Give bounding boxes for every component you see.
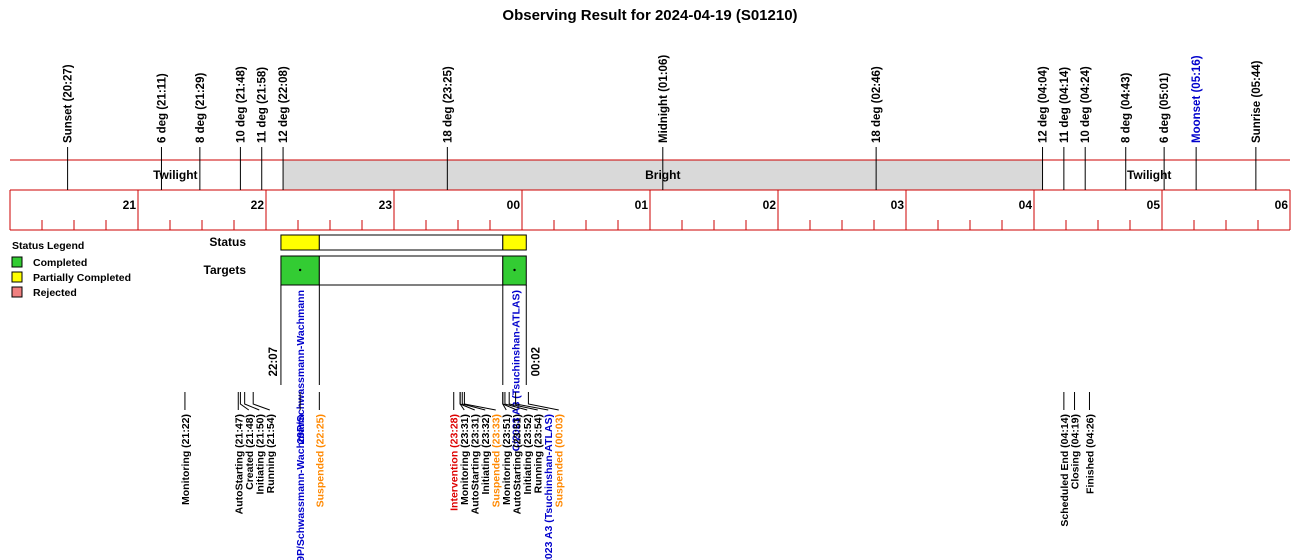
- hour-label-03: 03: [891, 198, 905, 212]
- log-label-4: Running (21:54): [265, 414, 277, 493]
- legend-swatch-partial: [11, 271, 23, 283]
- hour-label-06: 06: [1275, 198, 1289, 212]
- range-label-1: 00:02: [530, 347, 542, 376]
- legend-title: Status Legend: [12, 240, 84, 252]
- row-label-status: Status: [209, 235, 246, 249]
- sky-events: Sunset (20:27) 6 deg (21:11) 8 deg (21:29)…: [63, 55, 1263, 190]
- hour-label-05: 05: [1147, 198, 1161, 212]
- event-label-1: 6 deg (21:11): [156, 73, 168, 143]
- time-axis: 21 22 23 00 01 02 03 04 05 06: [9, 190, 1291, 231]
- log-label-17: Suspended (00:03): [554, 414, 566, 507]
- status-segment-1: [318, 234, 504, 251]
- log-label-6: Suspended (22:25): [314, 414, 326, 507]
- event-label-12: 8 deg (04:43): [1121, 73, 1133, 143]
- log-label-0: Monitoring (21:22): [180, 414, 192, 505]
- log-label-20: Finished (04:26): [1084, 414, 1096, 494]
- event-label-0: Sunset (20:27): [63, 64, 75, 143]
- target-marker-0: [298, 268, 302, 272]
- band-label-2: Twilight: [1127, 168, 1171, 182]
- hour-label-01: 01: [635, 198, 649, 212]
- event-label-15: Sunrise (05:44): [1251, 60, 1263, 143]
- event-log: Monitoring (21:22) AutoStarting (21:47)Cr…: [180, 392, 1096, 560]
- observing-timeline-chart: Observing Result for 2024-04-19 (S01210)…: [9, 7, 1291, 560]
- log-leader-3: [244, 392, 260, 411]
- target-marker-2: [513, 268, 516, 272]
- legend-label-partial: Partially Completed: [33, 272, 131, 284]
- legend-label-rejected: Rejected: [33, 287, 77, 299]
- event-label-9: 12 deg (04:04): [1038, 66, 1050, 143]
- event-label-3: 10 deg (21:48): [235, 66, 247, 143]
- targets-segment-1: [318, 255, 504, 286]
- legend-swatch-completed: [11, 256, 23, 268]
- range-label-0: 22:07: [268, 347, 280, 376]
- event-label-4: 11 deg (21:58): [257, 67, 269, 143]
- legend-label-completed: Completed: [33, 257, 87, 269]
- event-label-13: 6 deg (05:01): [1159, 73, 1171, 143]
- event-label-2: 8 deg (21:29): [195, 73, 207, 143]
- status-segment-2: [502, 234, 527, 251]
- band-label-0: Twilight: [153, 168, 197, 182]
- hour-label-00: 00: [507, 198, 521, 212]
- event-label-8: 18 deg (02:46): [871, 66, 883, 143]
- status-segment-0: [280, 234, 320, 251]
- legend-swatch-rejected: [11, 286, 23, 298]
- chart-title: Observing Result for 2024-04-19 (S01210): [502, 7, 797, 24]
- hour-label-22: 22: [251, 198, 265, 212]
- hour-label-04: 04: [1019, 198, 1033, 212]
- event-label-7: Midnight (01:06): [658, 55, 670, 143]
- log-label-16: Running (23:54): [533, 414, 545, 493]
- event-label-14: Moonset (05:16): [1191, 55, 1203, 143]
- event-label-11: 10 deg (04:24): [1080, 66, 1092, 143]
- hour-label-23: 23: [379, 198, 393, 212]
- log-label-5: 29P/Schwassmann-Wachmann: [295, 414, 307, 560]
- log-leader-4: [252, 392, 270, 411]
- log-label-19: Closing (04:19): [1070, 414, 1082, 489]
- hour-label-02: 02: [763, 198, 777, 212]
- row-label-targets: Targets: [204, 263, 247, 277]
- event-label-5: 12 deg (22:08): [278, 66, 290, 143]
- event-label-10: 11 deg (04:14): [1059, 67, 1071, 143]
- sky-bands: Twilight Bright Twilight: [10, 159, 1290, 191]
- hour-label-21: 21: [123, 198, 137, 212]
- status-legend: Status Legend Completed Partially Complete…: [11, 240, 131, 299]
- event-label-6: 18 deg (23:25): [442, 66, 454, 143]
